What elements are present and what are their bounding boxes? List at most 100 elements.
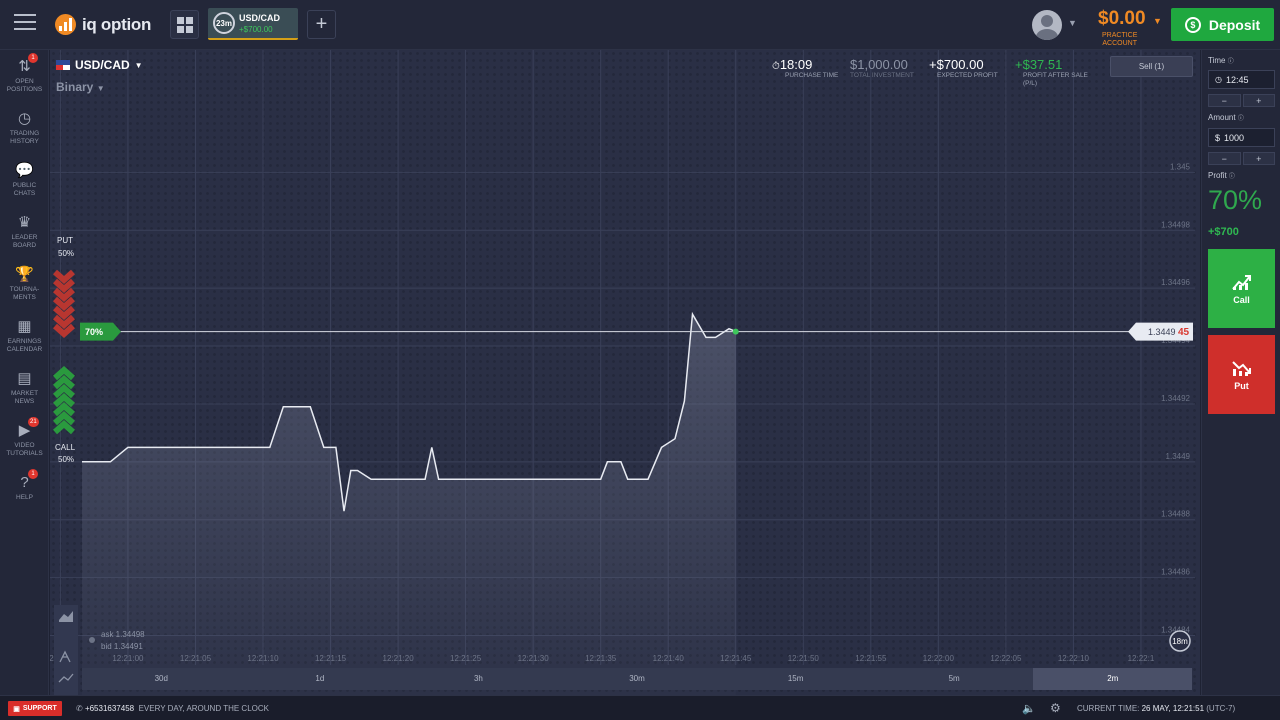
profit-amount: +$700 <box>1208 226 1239 238</box>
sidebar-item-videotutorials[interactable]: ▶ 21 VIDEO TUTORIALS <box>0 417 49 458</box>
sidebar-item-help[interactable]: ? 1 HELP <box>0 469 49 502</box>
x-tick-label: 12:22:00 <box>923 654 955 663</box>
price-tag-base: 1.3449 <box>1148 327 1176 337</box>
sidebar-item-label: VIDEO TUTORIALS <box>6 442 43 457</box>
sidebar-item-openpositions[interactable]: ⇅ 1 OPEN POSITIONS <box>0 53 49 94</box>
current-price-dot <box>732 328 739 335</box>
support-label: SUPPORT <box>22 705 57 712</box>
profit-percent: 70% <box>1208 185 1263 215</box>
call-label: Call <box>1233 294 1250 305</box>
time-minus-button[interactable]: − <box>1208 94 1241 107</box>
deposit-label: Deposit <box>1208 16 1261 33</box>
history-icon: ◷ <box>17 110 32 127</box>
amount-plus-button[interactable]: + <box>1242 152 1275 165</box>
clock-icon: ◷ <box>1215 75 1222 84</box>
timeframe-30d[interactable]: 30d <box>82 668 241 690</box>
sidebar-item-label: TRADING HISTORY <box>9 130 40 145</box>
sidebar-item-label: EARNINGS CALENDAR <box>6 338 43 353</box>
amount-stepper: − + <box>1208 152 1275 165</box>
amount-minus-button[interactable]: − <box>1208 152 1241 165</box>
dollar-icon: $ <box>1184 16 1201 33</box>
amount-label: Amount ⓘ <box>1208 113 1244 122</box>
sell-button[interactable]: Sell (1) <box>1110 56 1193 77</box>
sidebar-item-label: OPEN POSITIONS <box>6 78 43 93</box>
grid-icon[interactable] <box>170 10 199 39</box>
timeframe-5m[interactable]: 5m <box>875 668 1034 690</box>
chat-icon: ▣ <box>13 705 20 713</box>
sidebar-item-earningscalendar[interactable]: ▦ EARNINGS CALENDAR <box>0 316 49 354</box>
notification-badge: 1 <box>28 469 38 479</box>
put-button[interactable]: Put <box>1208 335 1275 414</box>
x-tick-label: 12:21:50 <box>788 654 820 663</box>
top-bar: iq option 23m USD/CAD +$700.00 + ▼ $0.00… <box>0 0 1280 50</box>
asset-name: USD/CAD <box>75 58 130 72</box>
help-icon: ? 1 <box>0 469 49 492</box>
y-tick-label: 1.34496 <box>1161 278 1190 287</box>
deposit-button[interactable]: $ Deposit <box>1171 8 1274 41</box>
bid-price: bid 1.34491 <box>101 642 143 651</box>
sidebar-item-tradinghistory[interactable]: ◷ TRADING HISTORY <box>0 108 49 146</box>
bottom-bar: ▣ SUPPORT ✆ +6531637458 EVERY DAY, AROUND… <box>0 695 1280 720</box>
put-label: Put <box>1234 380 1249 391</box>
balance[interactable]: $0.00 <box>1098 8 1146 30</box>
current-time-label: CURRENT TIME: <box>1077 704 1142 713</box>
timeframe-bar: 30d 1d 3h 30m 15m 5m 2m <box>82 668 1193 690</box>
after-sale-block: +$37.51 PROFIT AFTER SALE (P/L) <box>1015 57 1088 88</box>
sidebar-item-label: LEADER BOARD <box>11 234 38 249</box>
asset-tab[interactable]: 23m USD/CAD +$700.00 <box>208 8 298 40</box>
sidebar-item-marketnews[interactable]: ▤ MARKET NEWS <box>0 368 49 406</box>
sidebar-item-leaderboard[interactable]: ♛ LEADER BOARD <box>0 212 49 250</box>
call-percent: 50% <box>58 455 74 464</box>
y-tick-label: 1.345 <box>1170 162 1191 171</box>
avatar[interactable] <box>1032 10 1062 40</box>
phone-icon: ✆ <box>76 704 83 713</box>
sidebar: ⇅ 1 OPEN POSITIONS ◷ TRADING HISTORY 💬 PUBLIC CHA… <box>0 50 49 695</box>
expiry-badge: 18m <box>1172 637 1188 646</box>
time-plus-button[interactable]: + <box>1242 94 1275 107</box>
payout-tag-label: 70% <box>85 327 103 337</box>
call-button[interactable]: Call <box>1208 249 1275 328</box>
ask-price: ask 1.34498 <box>101 630 145 639</box>
gear-icon[interactable]: ⚙ <box>1050 701 1061 715</box>
price-chart[interactable]: 1.3451.344981.344961.344941.344921.34491… <box>50 50 1200 695</box>
balance-chevron-down-icon[interactable]: ▼ <box>1153 16 1162 26</box>
sidebar-item-label: MARKET NEWS <box>10 390 39 405</box>
call-label: CALL <box>55 443 76 452</box>
current-time-value: 26 MAY, 12:21:51 <box>1141 704 1205 713</box>
volume-icon[interactable]: 🔈 <box>1022 702 1036 715</box>
sidebar-item-tournaments[interactable]: 🏆 TOURNA- MENTS <box>0 264 49 302</box>
y-tick-label: 1.34488 <box>1161 510 1190 519</box>
timeframe-15m[interactable]: 15m <box>716 668 875 690</box>
notification-badge: 1 <box>28 53 38 63</box>
amount-input[interactable]: $1000 <box>1208 128 1275 147</box>
timeframe-30m[interactable]: 30m <box>558 668 717 690</box>
amount-value: 1000 <box>1224 132 1245 143</box>
timeframe-2m[interactable]: 2m <box>1033 668 1193 690</box>
expected-profit-label: EXPECTED PROFIT <box>937 72 998 79</box>
chevron-down-icon[interactable]: ▼ <box>1068 18 1077 28</box>
tab-timer: 23m <box>213 12 235 34</box>
put-chevron <box>53 269 75 285</box>
purchase-time-label: PURCHASE TIME <box>785 72 839 79</box>
mode-selector[interactable]: Binary ▼ <box>56 80 105 94</box>
investment-block: $1,000.00 TOTAL INVESTMENT <box>850 57 914 80</box>
calendar-icon: ▦ <box>17 318 32 335</box>
support-button[interactable]: ▣ SUPPORT <box>8 701 62 716</box>
account-type-line2: ACCOUNT <box>1102 40 1138 47</box>
chat-icon: 💬 <box>15 162 34 179</box>
menu-icon[interactable] <box>14 14 36 34</box>
current-time: CURRENT TIME: 26 MAY, 12:21:51 (UTC-7) <box>1077 704 1235 713</box>
news-icon: ▤ <box>17 370 32 387</box>
x-tick-label: 12:22:10 <box>1058 654 1090 663</box>
time-input[interactable]: ◷ 12:45 <box>1208 70 1275 89</box>
logo: iq option <box>55 14 151 35</box>
timeframe-3h[interactable]: 3h <box>399 668 558 690</box>
tab-asset-name: USD/CAD <box>239 13 281 23</box>
asset-selector[interactable]: USD/CAD ▼ <box>56 58 143 72</box>
add-tab-button[interactable]: + <box>307 10 336 39</box>
timeframe-1d[interactable]: 1d <box>241 668 400 690</box>
account-type: PRACTICE ACCOUNT <box>1102 32 1137 48</box>
currency-symbol: $ <box>1215 132 1221 143</box>
sidebar-item-publicchats[interactable]: 💬 PUBLIC CHATS <box>0 160 49 198</box>
time-label: Time ⓘ <box>1208 56 1234 65</box>
